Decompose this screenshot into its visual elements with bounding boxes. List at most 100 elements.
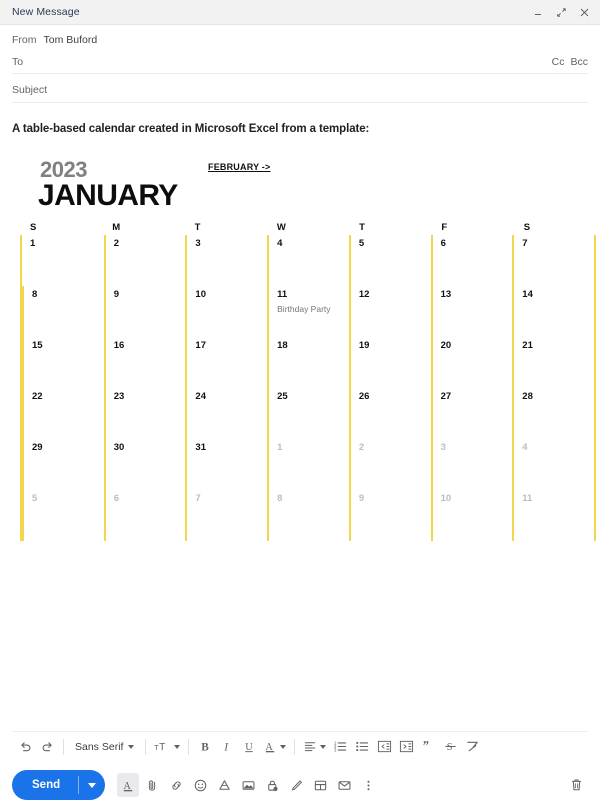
- calendar-day-cell[interactable]: 31: [185, 439, 267, 490]
- calendar-day-cell[interactable]: 3: [185, 235, 267, 286]
- calendar-day-cell[interactable]: 16: [103, 337, 186, 388]
- calendar-day-cell[interactable]: 20: [430, 337, 513, 388]
- calendar-day-cell[interactable]: 3: [430, 439, 513, 490]
- compose-title-bar: New Message: [0, 0, 600, 25]
- calendar-day-cell[interactable]: 7: [185, 490, 267, 541]
- next-month-link[interactable]: FEBRUARY ->: [208, 162, 270, 172]
- send-button[interactable]: Send: [12, 770, 78, 800]
- calendar-day-cell[interactable]: 1: [22, 235, 104, 286]
- layout-button[interactable]: [309, 773, 331, 797]
- calendar-day-cell[interactable]: 25: [267, 388, 349, 439]
- confidential-mode-button[interactable]: [261, 773, 283, 797]
- strikethrough-button[interactable]: S: [439, 735, 461, 759]
- calendar-day-cell[interactable]: 29: [22, 439, 104, 490]
- insert-emoji-button[interactable]: [189, 773, 211, 797]
- send-button-group[interactable]: Send: [12, 770, 106, 800]
- calendar-day-cell[interactable]: 9: [348, 490, 431, 541]
- calendar-day-cell[interactable]: 5: [22, 490, 104, 541]
- from-label: From: [12, 34, 37, 46]
- calendar-day-cell[interactable]: 4: [512, 439, 594, 490]
- calendar-day-cell[interactable]: 26: [348, 388, 431, 439]
- formatting-options-button[interactable]: A: [117, 773, 140, 797]
- align-button[interactable]: [300, 735, 329, 759]
- svg-text:3: 3: [334, 747, 337, 752]
- insert-signature-button[interactable]: [285, 773, 307, 797]
- calendar-day-cell[interactable]: 7: [512, 235, 594, 286]
- calendar-day-number: 22: [32, 391, 43, 402]
- bcc-button[interactable]: Bcc: [570, 56, 588, 68]
- subject-row[interactable]: Subject: [12, 77, 588, 103]
- insert-link-button[interactable]: [165, 773, 187, 797]
- italic-button[interactable]: I: [216, 735, 238, 759]
- calendar-day-cell[interactable]: 18: [267, 337, 349, 388]
- insert-photo-button[interactable]: [237, 773, 259, 797]
- compose-bottom: Sans Serif TT B I U A 1 2 3 ” S Send A: [0, 731, 600, 811]
- mail-template-button[interactable]: [333, 773, 355, 797]
- indent-more-button[interactable]: [395, 735, 417, 759]
- calendar-day-cell[interactable]: 27: [430, 388, 513, 439]
- close-button[interactable]: [578, 6, 590, 18]
- cc-bcc-group: Cc Bcc: [552, 56, 588, 68]
- calendar-day-cell[interactable]: 15: [22, 337, 104, 388]
- calendar-day-number: 25: [277, 391, 288, 402]
- calendar-day-number: 21: [522, 340, 533, 351]
- bold-button[interactable]: B: [194, 735, 216, 759]
- calendar-day-cell[interactable]: 6: [103, 490, 186, 541]
- discard-draft-button[interactable]: [564, 773, 588, 797]
- indent-less-button[interactable]: [373, 735, 395, 759]
- calendar-day-cell[interactable]: 14: [512, 286, 594, 337]
- calendar-day-cell[interactable]: 24: [185, 388, 267, 439]
- calendar-day-cell[interactable]: 21: [512, 337, 594, 388]
- minimize-button[interactable]: [532, 6, 544, 18]
- formatting-toolbar: Sans Serif TT B I U A 1 2 3 ” S: [12, 731, 588, 761]
- redo-button[interactable]: [36, 735, 58, 759]
- expand-button[interactable]: [555, 6, 567, 18]
- calendar-day-cell[interactable]: 10: [430, 490, 513, 541]
- calendar-day-cell[interactable]: 8: [22, 286, 104, 337]
- undo-button[interactable]: [14, 735, 36, 759]
- calendar-day-cell[interactable]: 8: [267, 490, 349, 541]
- calendar-day-cell[interactable]: 12: [348, 286, 431, 337]
- calendar-day-cell[interactable]: 6: [430, 235, 513, 286]
- calendar-day-number: 18: [277, 340, 288, 351]
- calendar-day-cell[interactable]: 11: [512, 490, 594, 541]
- font-family-select[interactable]: Sans Serif: [69, 735, 140, 759]
- calendar-table: 2023 FEBRUARY -> JANUARY SMTWTFS 1234567…: [20, 157, 596, 541]
- cc-button[interactable]: Cc: [552, 56, 565, 68]
- calendar-day-cell[interactable]: 5: [348, 235, 431, 286]
- font-size-button[interactable]: TT: [151, 735, 183, 759]
- calendar-header: 2023 FEBRUARY -> JANUARY: [20, 157, 596, 219]
- text-color-button[interactable]: A: [260, 735, 289, 759]
- calendar-day-cell[interactable]: 19: [348, 337, 431, 388]
- calendar-day-cell[interactable]: 17: [185, 337, 267, 388]
- calendar-day-number: 15: [32, 340, 43, 351]
- calendar-day-cell[interactable]: 2: [348, 439, 431, 490]
- calendar-day-cell[interactable]: 28: [512, 388, 594, 439]
- toolbar-divider: [294, 738, 296, 755]
- insert-drive-file-button[interactable]: [213, 773, 235, 797]
- quote-button[interactable]: ”: [417, 735, 439, 759]
- calendar-day-cell[interactable]: 23: [103, 388, 186, 439]
- remove-formatting-button[interactable]: [461, 735, 483, 759]
- underline-button[interactable]: U: [238, 735, 260, 759]
- numbered-list-button[interactable]: 123: [329, 735, 351, 759]
- calendar-day-cell[interactable]: 30: [103, 439, 186, 490]
- chevron-down-icon: [128, 744, 135, 749]
- calendar-day-cell[interactable]: 2: [103, 235, 186, 286]
- attach-file-button[interactable]: [141, 773, 163, 797]
- calendar-day-cell[interactable]: 4: [267, 235, 349, 286]
- calendar-day-cell[interactable]: 22: [22, 388, 104, 439]
- from-value[interactable]: Tom Buford: [44, 34, 98, 46]
- calendar-day-cell[interactable]: 9: [103, 286, 186, 337]
- calendar-day-number: 27: [440, 391, 452, 402]
- calendar-day-cell[interactable]: 1: [267, 439, 349, 490]
- send-options-button[interactable]: [79, 770, 105, 800]
- to-row[interactable]: To Cc Bcc: [12, 51, 588, 74]
- bulleted-list-button[interactable]: [351, 735, 373, 759]
- calendar-day-cell[interactable]: 10: [185, 286, 267, 337]
- calendar-day-cell[interactable]: 11 Birthday Party: [267, 286, 349, 337]
- chevron-down-icon: [320, 744, 327, 749]
- message-body[interactable]: A table-based calendar created in Micros…: [0, 103, 600, 731]
- more-options-button[interactable]: [357, 773, 379, 797]
- calendar-day-cell[interactable]: 13: [430, 286, 513, 337]
